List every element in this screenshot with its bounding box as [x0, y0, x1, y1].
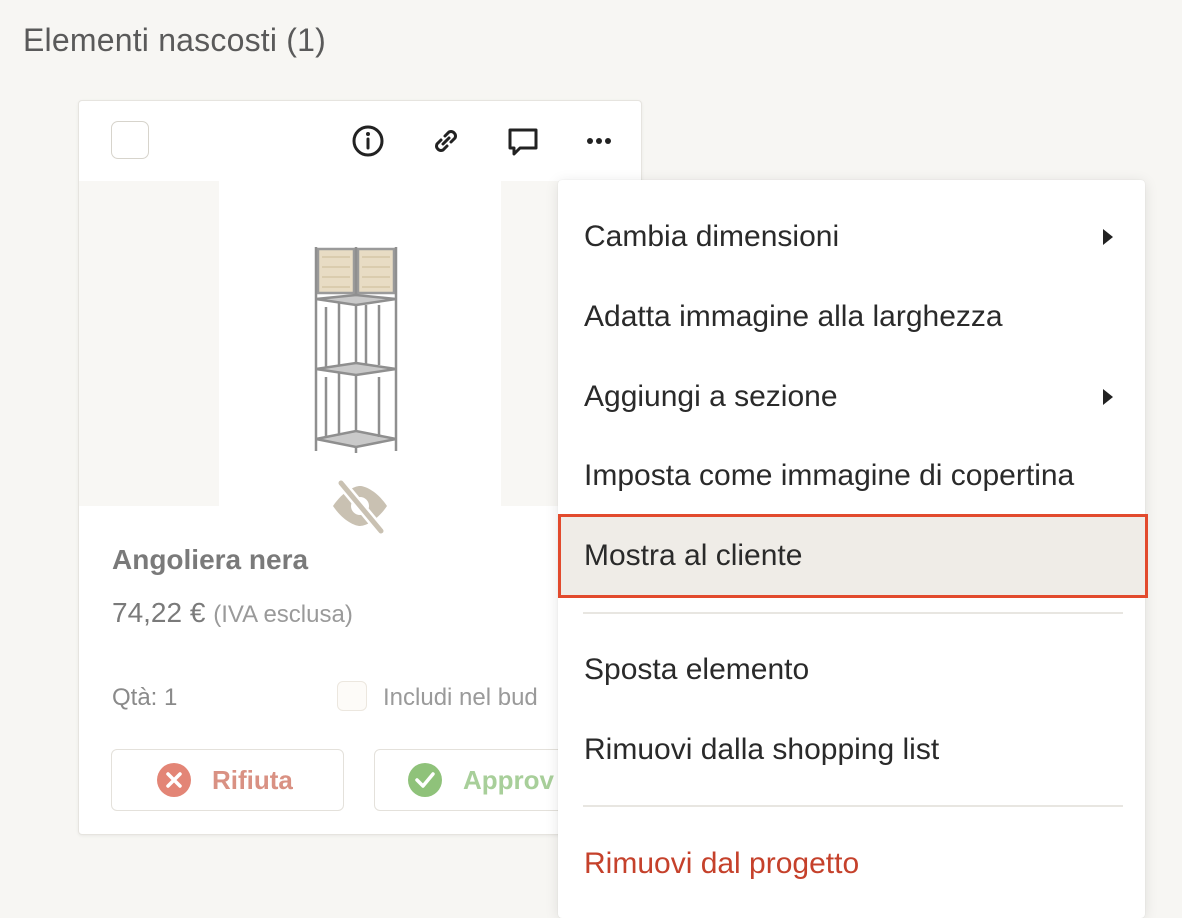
more-icon[interactable]: [581, 123, 617, 159]
product-price: 74,22 € (IVA esclusa): [112, 597, 353, 629]
vat-note: (IVA esclusa): [213, 601, 353, 628]
menu-item-sposta-elemento[interactable]: Sposta elemento: [558, 634, 1145, 706]
menu-item-label: Aggiungi a sezione: [584, 380, 838, 413]
info-icon[interactable]: [350, 123, 386, 159]
menu-item-label: Rimuovi dalla shopping list: [584, 733, 940, 766]
menu-item-imposta-copertina[interactable]: Imposta come immagine di copertina: [558, 440, 1145, 512]
quantity: Qtà: 1: [112, 684, 178, 711]
eye-slash-icon: [329, 477, 391, 535]
reject-label: Rifiuta: [212, 764, 293, 795]
menu-item-aggiungi-sezione[interactable]: Aggiungi a sezione: [558, 361, 1145, 433]
include-budget-checkbox[interactable]: [337, 681, 367, 711]
reject-button[interactable]: Rifiuta: [111, 749, 344, 811]
approve-label: Approv: [463, 764, 554, 795]
menu-item-label: Cambia dimensioni: [584, 220, 840, 253]
menu-divider: [583, 805, 1123, 807]
menu-item-label: Mostra al cliente: [584, 539, 803, 572]
menu-item-label: Sposta elemento: [584, 653, 810, 686]
card-toolbar: [79, 101, 641, 181]
section-title: Elementi nascosti (1): [23, 22, 326, 58]
menu-item-cambia-dimensioni[interactable]: Cambia dimensioni: [558, 201, 1145, 273]
menu-divider: [583, 612, 1123, 614]
reject-icon: [157, 763, 191, 797]
menu-item-mostra-al-cliente[interactable]: Mostra al cliente: [558, 514, 1148, 598]
submenu-arrow-icon: [1103, 229, 1113, 245]
link-icon[interactable]: [428, 123, 464, 159]
include-budget-label: Includi nel bud: [383, 684, 538, 711]
context-menu: Cambia dimensioni Adatta immagine alla l…: [558, 180, 1148, 918]
comment-icon[interactable]: [505, 123, 541, 159]
approve-icon: [408, 763, 442, 797]
price-value: 74,22 €: [112, 597, 206, 628]
menu-item-adatta-immagine[interactable]: Adatta immagine alla larghezza: [558, 281, 1145, 353]
product-image: [219, 181, 501, 506]
menu-item-label: Adatta immagine alla larghezza: [584, 300, 1003, 333]
select-checkbox[interactable]: [111, 121, 149, 159]
menu-item-rimuovi-progetto[interactable]: Rimuovi dal progetto: [558, 828, 1145, 900]
menu-item-rimuovi-shopping-list[interactable]: Rimuovi dalla shopping list: [558, 714, 1145, 786]
menu-item-label: Imposta come immagine di copertina: [584, 459, 1075, 492]
submenu-arrow-icon: [1103, 389, 1113, 405]
menu-item-label: Rimuovi dal progetto: [584, 847, 860, 880]
product-name: Angoliera nera: [112, 544, 309, 575]
product-image-area: [79, 181, 641, 506]
